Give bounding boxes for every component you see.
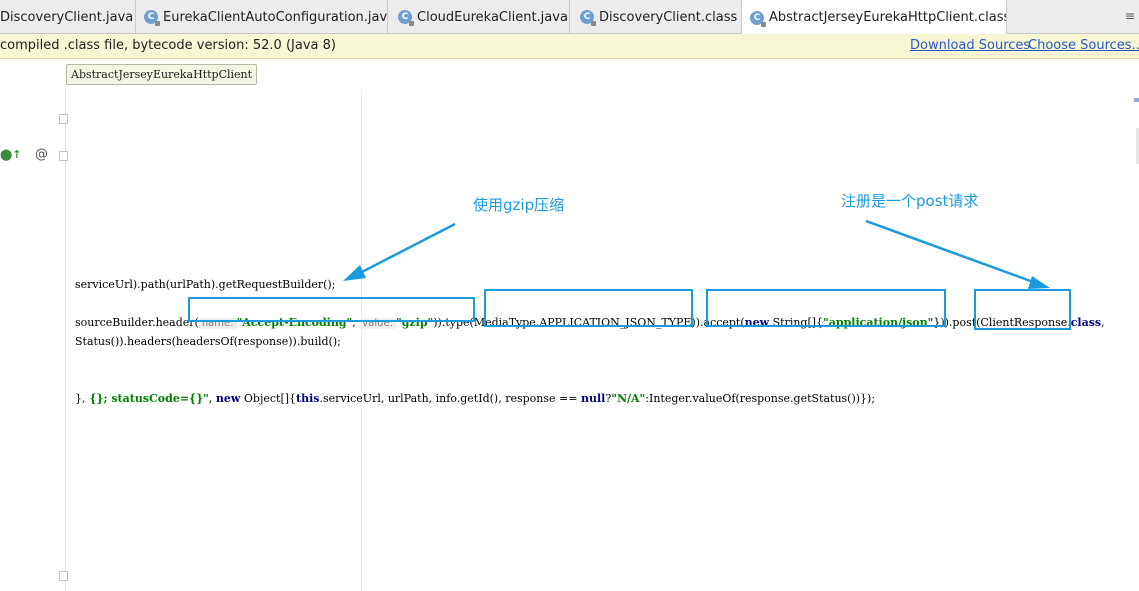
arrow-gzip-line bbox=[357, 222, 456, 276]
arrow-gzip-head bbox=[343, 265, 366, 281]
annotation-arrows bbox=[343, 219, 1050, 289]
arrow-post-head bbox=[1028, 276, 1050, 289]
arrow-post-line bbox=[865, 219, 1037, 285]
